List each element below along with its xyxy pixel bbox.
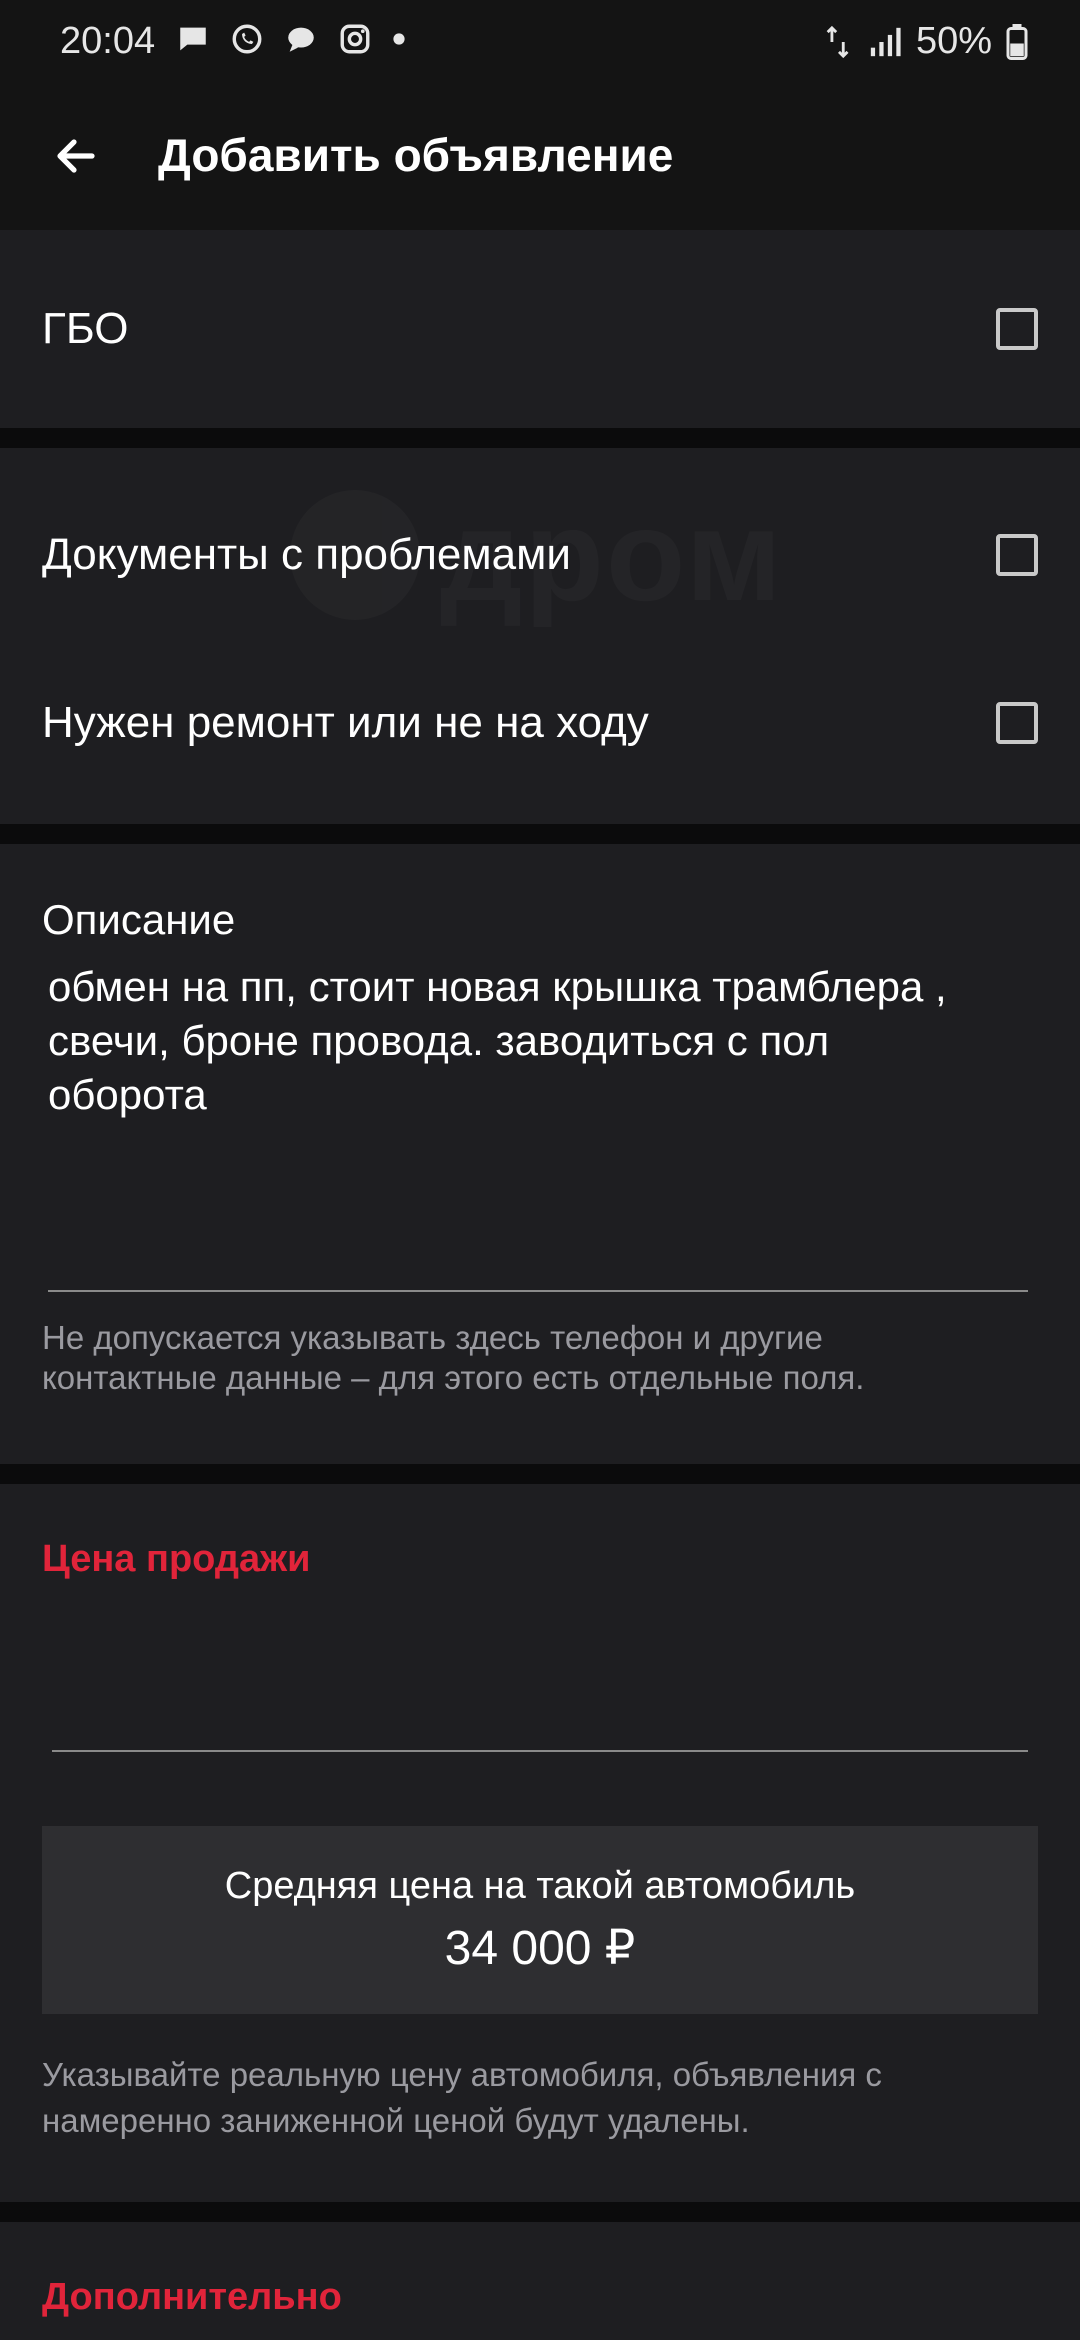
chat-icon: [288, 27, 314, 52]
repair-row[interactable]: Нужен ремонт или не на ходу: [42, 688, 1038, 758]
notification-icons: [176, 22, 406, 56]
back-button[interactable]: [44, 124, 108, 188]
description-input[interactable]: обмен на пп, стоит новая крышка трамблер…: [48, 960, 948, 1122]
status-time: 20:04: [60, 20, 156, 62]
price-heading: Цена продажи: [42, 1538, 311, 1580]
price-hint: Указывайте реальную цену автомобиля, объ…: [42, 2056, 882, 2139]
app-bar: Добавить объявление: [0, 84, 1080, 230]
additional-heading: Дополнительно: [42, 2276, 342, 2318]
description-underline: [48, 1290, 1028, 1292]
average-price-label: Средняя цена на такой автомобиль: [224, 1864, 856, 1907]
description-label: Описание: [42, 896, 236, 943]
description-hint: Не допускается указывать здесь телефон и…: [42, 1319, 865, 1396]
status-right: 50%: [824, 20, 1028, 63]
signal-icon: [870, 27, 901, 56]
gbo-card: ГБО: [0, 230, 1080, 428]
status-bar: 20:04 50%: [0, 0, 1080, 84]
average-price-value: 34 000 ₽: [444, 1921, 636, 1975]
instagram-icon: [340, 24, 370, 54]
documents-label: Документы с проблемами: [42, 530, 571, 579]
page-title: Добавить объявление: [158, 129, 674, 181]
whatsapp-icon: [232, 24, 262, 54]
price-input[interactable]: [52, 1640, 1028, 1750]
repair-checkbox[interactable]: [996, 702, 1038, 744]
dot-icon: [393, 33, 405, 45]
gbo-row[interactable]: ГБО: [42, 294, 1038, 364]
average-price-box: Средняя цена на такой автомобиль 34 000 …: [42, 1826, 1038, 2014]
data-icon: [826, 25, 849, 58]
repair-label: Нужен ремонт или не на ходу: [42, 698, 649, 747]
message-icon: [180, 27, 206, 51]
gbo-checkbox[interactable]: [996, 308, 1038, 350]
battery-icon: [1006, 23, 1028, 60]
documents-row[interactable]: Документы с проблемами: [42, 520, 1038, 590]
documents-checkbox[interactable]: [996, 534, 1038, 576]
price-underline: [52, 1750, 1028, 1752]
battery-percent: 50%: [915, 20, 992, 62]
arrow-left-icon: [57, 139, 95, 173]
gbo-label: ГБО: [42, 304, 129, 353]
